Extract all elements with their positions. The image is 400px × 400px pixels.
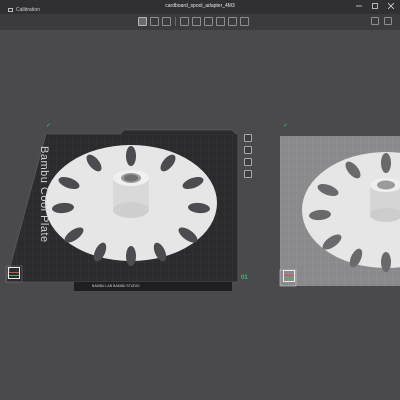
scene-svg: [5, 129, 400, 291]
settings-icon[interactable]: [371, 17, 379, 25]
view-cube-icon[interactable]: [8, 267, 20, 279]
menu-icon[interactable]: [384, 17, 392, 25]
toolbar-divider: [175, 17, 176, 26]
plate-side-toolbar: [244, 134, 252, 178]
3d-viewport[interactable]: Bambu Cool Plate 01 BAMBU LAB BAMBU STUD…: [0, 30, 400, 400]
orient-icon[interactable]: [244, 146, 252, 154]
calibration-tab[interactable]: Calibration: [8, 7, 40, 13]
home-icon[interactable]: [138, 17, 147, 26]
minimize-button[interactable]: [356, 3, 362, 9]
window-title: cardboard_spool_adapter_4M3: [165, 3, 235, 9]
arrange-icon[interactable]: [244, 134, 252, 142]
close-button[interactable]: [387, 2, 395, 10]
maximize-button[interactable]: [372, 3, 378, 9]
plate-1-checkmark-icon: ✓: [46, 123, 52, 129]
view-cube-icon-2[interactable]: [283, 270, 295, 282]
title-bar: cardboard_spool_adapter_4M3 Calibration: [0, 0, 400, 14]
view-toolbar: [138, 17, 249, 26]
support-icon[interactable]: [240, 17, 249, 26]
toolbar-right: [371, 17, 392, 25]
toolbar: [0, 14, 400, 30]
cube-view-icon[interactable]: [150, 17, 159, 26]
grid-icon[interactable]: [180, 17, 189, 26]
layers-icon[interactable]: [162, 17, 171, 26]
calibration-label: Calibration: [16, 7, 40, 13]
move-icon[interactable]: [204, 17, 213, 26]
settings-icon[interactable]: [244, 170, 252, 178]
ruler-icon[interactable]: [192, 17, 201, 26]
rotate-icon[interactable]: [216, 17, 225, 26]
plate-2-checkmark-icon: ✓: [283, 123, 289, 129]
plate-number: 01: [241, 275, 248, 281]
lock-icon[interactable]: [244, 158, 252, 166]
plate-footer-text: BAMBU LAB BAMBU STUDIO: [92, 284, 140, 288]
scale-icon[interactable]: [228, 17, 237, 26]
calibration-icon: [8, 8, 13, 12]
window-controls: [356, 2, 395, 10]
plate-name-label: Bambu Cool Plate: [38, 146, 50, 243]
